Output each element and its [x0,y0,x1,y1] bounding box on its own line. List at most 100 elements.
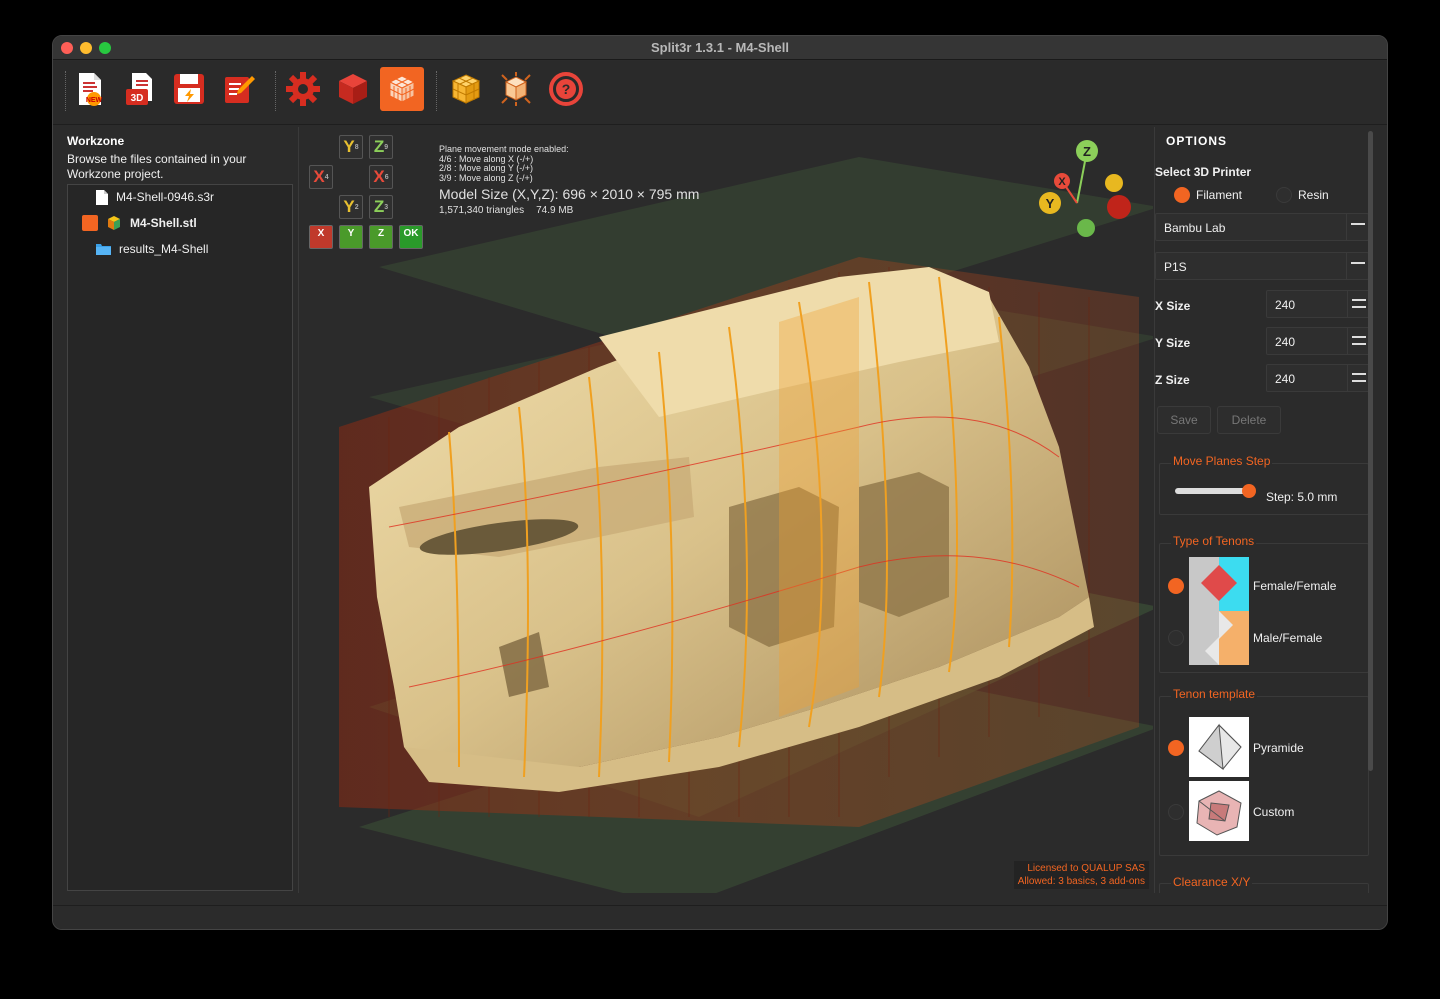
move-step-value: Step: 5.0 mm [1266,490,1338,504]
female-female-label: Female/Female [1253,579,1337,593]
folder-icon [96,244,111,255]
save-icon [174,74,204,104]
file-item-stl[interactable]: M4-Shell.stl [82,214,197,232]
tenon-type-icon [1189,557,1249,665]
tenons-title: Type of Tenons [1171,534,1257,548]
axis-label: Z [373,137,385,156]
explode-button[interactable] [494,67,538,111]
file-item-results[interactable]: results_M4-Shell [96,240,208,258]
view-model-button[interactable] [331,67,375,111]
x-size-value: 240 [1275,298,1296,312]
save-printer-button[interactable]: Save [1157,406,1211,434]
close-window-button[interactable] [61,42,73,54]
new-project-button[interactable]: NEW [67,67,111,111]
y-size-value: 240 [1275,335,1296,349]
key-hint: 8 [354,143,359,151]
minimize-window-button[interactable] [80,42,92,54]
svg-text:?: ? [562,81,571,97]
save-button[interactable] [167,67,211,111]
custom-tenon-icon [1196,790,1242,836]
x-plus-button[interactable]: X6 [369,165,393,189]
model-info: Plane movement mode enabled: 4/6 : Move … [439,144,699,216]
options-scrollbar[interactable] [1368,131,1373,771]
model-scene [339,157,1153,893]
3d-viewport[interactable]: Y8 Z9 X4 X6 Y2 Z3 X Y Z OK Plane movemen… [298,127,1153,893]
zoom-window-button[interactable] [99,42,111,54]
male-female-radio[interactable] [1168,630,1184,646]
move-step-slider[interactable] [1175,488,1247,494]
svg-text:NEW: NEW [86,97,103,104]
x-minus-button[interactable]: X4 [309,165,333,189]
stepper-icon[interactable] [1347,365,1369,391]
license-info: Licensed to QUALUP SAS Allowed: 3 basics… [1013,861,1149,889]
z-plus-button[interactable]: Z9 [369,135,393,159]
tenon-template-title: Tenon template [1171,687,1258,701]
options-panel: OPTIONS Select 3D Printer Filament Resin… [1154,127,1374,893]
printer-brand-select[interactable]: Bambu Lab [1155,213,1369,241]
female-female-radio[interactable] [1168,578,1184,594]
key-hint: 9 [384,143,389,151]
workzone-title: Workzone [67,134,125,148]
split-planes-button[interactable] [380,67,424,111]
y-plane-action-button[interactable]: Y [339,225,363,249]
z-size-input[interactable]: 240 [1266,364,1370,392]
printer-model-select[interactable]: P1S [1155,252,1369,280]
license-allowance: Allowed: 3 basics, 3 add-ons [1017,876,1145,887]
x-plane-action-button[interactable]: X [309,225,333,249]
new-file-icon: NEW [79,73,103,106]
svg-text:3D: 3D [131,93,144,104]
clearance-title: Clearance X/Y [1171,875,1253,889]
window-title: Split3r 1.3.1 - M4-Shell [651,40,789,55]
resin-label: Resin [1298,188,1329,202]
x-size-label: X Size [1155,299,1191,313]
ok-button[interactable]: OK [399,225,423,249]
male-female-label: Male/Female [1253,631,1323,645]
grid-cube-icon [388,75,416,103]
edit-icon [225,76,255,103]
file-tree: M4-Shell-0946.s3r M4-Shell.stl results_M… [67,184,293,891]
move-step-slider-thumb[interactable] [1242,484,1257,498]
resin-radio[interactable] [1276,187,1292,203]
cube-icon [108,216,120,230]
x-size-input[interactable]: 240 [1266,290,1370,318]
document-icon [96,189,108,205]
stepper-icon[interactable] [1347,291,1369,317]
pyramide-radio[interactable] [1168,740,1184,756]
model-value: P1S [1164,260,1187,274]
y-size-input[interactable]: 240 [1266,327,1370,355]
action-label: Z [377,228,385,239]
delete-printer-button[interactable]: Delete [1217,406,1281,434]
key-hint: 3 [384,203,389,211]
orientation-gizmo[interactable]: Z X Y [1034,135,1144,245]
explode-cube-icon [501,72,531,106]
file-size: 74.9 MB [536,205,574,216]
toolbar-separator [436,71,437,111]
z-plane-action-button[interactable]: Z [369,225,393,249]
gizmo-z-label: Z [1083,144,1091,159]
move-z-hint: 3/9 : Move along Z (-/+) [439,172,533,183]
custom-radio[interactable] [1168,804,1184,820]
gizmo-y-label: Y [1046,196,1055,211]
red-cube-icon [339,74,367,104]
settings-button[interactable] [281,67,325,111]
split-result-button[interactable] [444,67,488,111]
open-3d-button[interactable]: 3D [117,67,161,111]
stepper-icon[interactable] [1347,328,1369,354]
filament-radio[interactable] [1174,187,1190,203]
window-controls [61,42,111,54]
action-label: OK [403,228,419,239]
open-3d-icon: 3D [126,73,152,105]
y-plus-button[interactable]: Y8 [339,135,363,159]
y-size-label: Y Size [1155,336,1191,350]
file-item-s3r[interactable]: M4-Shell-0946.s3r [96,188,214,206]
workzone-description: Browse the files contained in your Workz… [67,152,247,181]
status-bar [53,905,1387,929]
help-button[interactable]: ? [544,67,588,111]
key-hint: 4 [324,173,329,181]
edit-button[interactable] [217,67,261,111]
y-minus-button[interactable]: Y2 [339,195,363,219]
custom-label: Custom [1253,805,1295,819]
gear-icon [286,72,320,106]
z-minus-button[interactable]: Z3 [369,195,393,219]
workzone-panel: Workzone Browse the files contained in y… [53,127,297,903]
